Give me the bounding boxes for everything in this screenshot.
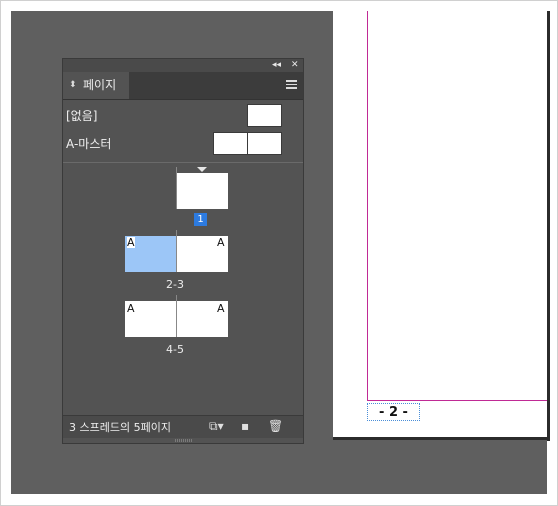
current-page-indicator-icon xyxy=(197,167,207,172)
margin-guide-horizontal xyxy=(367,400,547,401)
master-thumb-a-left[interactable] xyxy=(213,132,248,155)
master-label-a: A-마스터 xyxy=(66,137,112,151)
trash-icon[interactable]: 🗑 xyxy=(268,419,283,433)
margin-guide-vertical xyxy=(367,11,368,401)
close-icon[interactable]: ✕ xyxy=(291,59,299,72)
resize-grip[interactable] xyxy=(175,439,193,442)
master-prefix-page-5: A xyxy=(217,302,225,315)
spread-label-4-5[interactable]: 4-5 xyxy=(150,343,200,356)
page-number-frame[interactable]: - 2 - xyxy=(367,403,420,421)
page-number-1[interactable]: 1 xyxy=(194,213,207,226)
page-shadow-right xyxy=(547,11,550,441)
spine-spread-2 xyxy=(176,230,177,272)
master-thumb-none[interactable] xyxy=(247,104,282,127)
page-thumb-1[interactable] xyxy=(177,173,228,209)
new-page-icon[interactable]: ▪ xyxy=(241,419,249,433)
tab-pages-label: 페이지 xyxy=(83,78,117,92)
panel-footer: 3 스프레드의 5페이지 ⧉▾ ▪ 🗑 xyxy=(63,415,303,438)
spread-label-2-3[interactable]: 2-3 xyxy=(150,278,200,291)
page-size-icon[interactable]: ⧉▾ xyxy=(209,419,224,434)
collapse-double-arrow-icon[interactable]: ◂◂ xyxy=(272,59,281,72)
panel-tab-row: ⬍ 페이지 xyxy=(63,72,303,100)
spine-spread-3 xyxy=(176,295,177,337)
master-prefix-page-2: A xyxy=(127,236,135,249)
master-prefix-page-4: A xyxy=(127,302,135,315)
document-page[interactable] xyxy=(333,11,547,437)
master-label-none: [없음] xyxy=(66,109,98,123)
master-thumb-a-right[interactable] xyxy=(247,132,282,155)
page-count-status: 3 스프레드의 5페이지 xyxy=(69,421,171,434)
tab-pages[interactable]: ⬍ 페이지 xyxy=(63,72,129,99)
pages-panel: ◂◂ ✕ ⬍ 페이지 [없음] A-마스터 1 A A 2-3 A A 4-5 … xyxy=(62,58,304,444)
panel-title-bar[interactable]: ◂◂ ✕ xyxy=(63,59,303,72)
master-prefix-page-3: A xyxy=(217,236,225,249)
pages-list[interactable]: 1 A A 2-3 A A 4-5 xyxy=(63,163,303,415)
chevron-updown-icon[interactable]: ⬍ xyxy=(69,72,77,99)
hamburger-menu-icon[interactable] xyxy=(286,80,297,89)
page-shadow-bottom xyxy=(333,437,547,440)
master-item-a[interactable]: A-마스터 xyxy=(63,130,303,156)
master-item-none[interactable]: [없음] xyxy=(63,102,303,128)
